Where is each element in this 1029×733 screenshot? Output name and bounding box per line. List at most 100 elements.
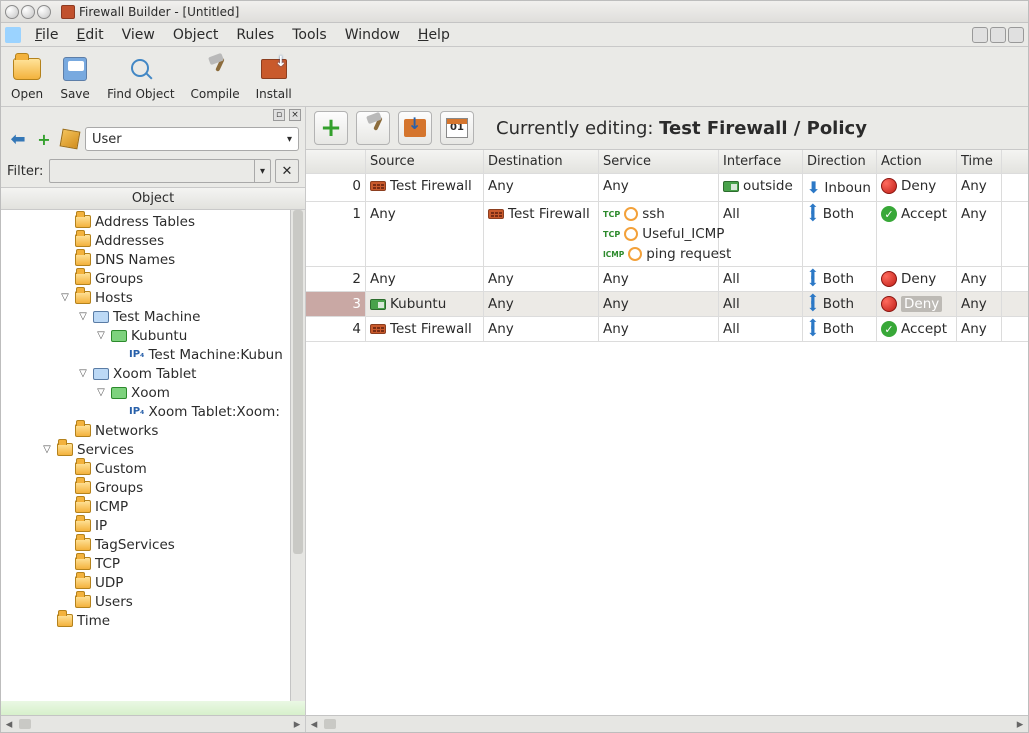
col-source[interactable]: Source xyxy=(366,150,484,173)
menu-view[interactable]: View xyxy=(114,25,163,45)
col-action[interactable]: Action xyxy=(877,150,957,173)
rule-action[interactable]: Deny xyxy=(877,292,957,316)
rule-destination[interactable]: Test Firewall xyxy=(484,202,599,266)
tree-item[interactable]: ICMP xyxy=(1,497,305,516)
rule-source[interactable]: Test Firewall xyxy=(366,317,484,341)
window-close-button[interactable] xyxy=(5,5,19,19)
rule-action[interactable]: Deny xyxy=(877,267,957,291)
schedule-button[interactable] xyxy=(440,111,474,145)
rule-row[interactable]: 0 Test Firewall Any Any outside ⬇Inboun … xyxy=(306,174,1028,202)
service-chip[interactable]: TCPUseful_ICMP xyxy=(603,226,731,242)
tree-item[interactable]: ▽ Services xyxy=(1,440,305,459)
menu-help[interactable]: Help xyxy=(410,25,458,45)
service-chip[interactable]: Any xyxy=(603,321,629,337)
expand-toggle[interactable]: ▽ xyxy=(77,368,89,379)
rule-service[interactable]: TCPsshTCPUseful_ICMPICMPping request xyxy=(599,202,719,266)
rule-direction[interactable]: ⬆⬇Both xyxy=(803,202,877,266)
tree-item[interactable]: UDP xyxy=(1,573,305,592)
service-chip[interactable]: Any xyxy=(603,271,629,287)
menu-window[interactable]: Window xyxy=(337,25,408,45)
tree-item[interactable]: Address Tables xyxy=(1,212,305,231)
rule-direction[interactable]: ⬇Inboun xyxy=(803,174,877,201)
rule-action[interactable]: ✓Accept xyxy=(877,202,957,266)
tree-vertical-scrollbar[interactable] xyxy=(290,210,305,701)
col-interface[interactable]: Interface xyxy=(719,150,803,173)
menu-rules[interactable]: Rules xyxy=(228,25,282,45)
rule-action[interactable]: Deny xyxy=(877,174,957,201)
rule-source[interactable]: Test Firewall xyxy=(366,174,484,201)
rule-row[interactable]: 4 Test Firewall Any Any All ⬆⬇Both ✓Acce… xyxy=(306,317,1028,342)
rule-time[interactable]: Any xyxy=(957,202,1002,266)
menu-file[interactable]: File xyxy=(27,25,66,45)
rules-horizontal-scrollbar[interactable]: ◂▸ xyxy=(306,715,1028,732)
save-button[interactable]: Save xyxy=(59,53,91,101)
tree-item[interactable]: ▽ Xoom Tablet xyxy=(1,364,305,383)
tree-item[interactable]: Networks xyxy=(1,421,305,440)
expand-toggle[interactable]: ▽ xyxy=(77,311,89,322)
col-direction[interactable]: Direction xyxy=(803,150,877,173)
tree-item[interactable]: ▽ Hosts xyxy=(1,288,305,307)
rule-action[interactable]: ✓Accept xyxy=(877,317,957,341)
rule-interface[interactable]: All xyxy=(719,292,803,316)
rule-time[interactable]: Any xyxy=(957,292,1002,316)
new-object-button[interactable]: + xyxy=(33,128,55,150)
tree-item[interactable]: ▽ Xoom xyxy=(1,383,305,402)
mdi-close-button[interactable] xyxy=(1008,27,1024,43)
add-rule-button[interactable]: + xyxy=(314,111,348,145)
rule-source[interactable]: Any xyxy=(366,202,484,266)
filter-input[interactable]: ▾ xyxy=(49,159,271,183)
tree-item[interactable]: IP₄ Test Machine:Kubun xyxy=(1,345,305,364)
rule-source[interactable]: Kubuntu xyxy=(366,292,484,316)
find-object-button[interactable]: Find Object xyxy=(107,53,174,101)
rule-destination[interactable]: Any xyxy=(484,317,599,341)
tree-item[interactable]: Addresses xyxy=(1,231,305,250)
rule-row[interactable]: 1 Any Test Firewall TCPsshTCPUseful_ICMP… xyxy=(306,202,1028,267)
col-service[interactable]: Service xyxy=(599,150,719,173)
filter-clear-button[interactable]: ✕ xyxy=(275,159,299,183)
panel-close-button[interactable]: × xyxy=(289,109,301,121)
mdi-restore-button[interactable] xyxy=(990,27,1006,43)
tree-item[interactable]: TCP xyxy=(1,554,305,573)
tree-item[interactable]: DNS Names xyxy=(1,250,305,269)
expand-toggle[interactable]: ▽ xyxy=(95,387,107,398)
rule-time[interactable]: Any xyxy=(957,317,1002,341)
tree-item[interactable]: Groups xyxy=(1,478,305,497)
tree-item[interactable]: Users xyxy=(1,592,305,611)
tree-item[interactable]: TagServices xyxy=(1,535,305,554)
service-chip[interactable]: ICMPping request xyxy=(603,246,731,262)
rule-service[interactable]: Any xyxy=(599,267,719,291)
compile-rules-button[interactable] xyxy=(356,111,390,145)
rule-time[interactable]: Any xyxy=(957,174,1002,201)
tree-item[interactable]: ▽ Kubuntu xyxy=(1,326,305,345)
window-minimize-button[interactable] xyxy=(21,5,35,19)
library-select[interactable]: User ▾ xyxy=(85,127,299,151)
rule-service[interactable]: Any xyxy=(599,317,719,341)
mdi-minimize-button[interactable] xyxy=(972,27,988,43)
open-button[interactable]: Open xyxy=(11,53,43,101)
rule-row[interactable]: 2 Any Any Any All ⬆⬇Both Deny Any xyxy=(306,267,1028,292)
object-tree[interactable]: Address Tables Addresses DNS Names Group… xyxy=(1,210,305,632)
expand-toggle[interactable]: ▽ xyxy=(41,444,53,455)
service-chip[interactable]: TCPssh xyxy=(603,206,731,222)
rule-service[interactable]: Any xyxy=(599,174,719,201)
back-button[interactable]: ⬅ xyxy=(7,128,29,150)
tree-item[interactable]: ▽ Test Machine xyxy=(1,307,305,326)
rule-time[interactable]: Any xyxy=(957,267,1002,291)
rule-destination[interactable]: Any xyxy=(484,174,599,201)
filter-dropdown-button[interactable]: ▾ xyxy=(254,160,270,182)
rule-destination[interactable]: Any xyxy=(484,292,599,316)
menu-tools[interactable]: Tools xyxy=(284,25,335,45)
tree-item[interactable]: Custom xyxy=(1,459,305,478)
tree-item[interactable]: Groups xyxy=(1,269,305,288)
library-icon-button[interactable] xyxy=(59,128,81,150)
tree-item[interactable]: Time xyxy=(1,611,305,630)
expand-toggle[interactable]: ▽ xyxy=(59,292,71,303)
menu-object[interactable]: Object xyxy=(165,25,227,45)
rule-interface[interactable]: All xyxy=(719,317,803,341)
menu-edit[interactable]: Edit xyxy=(68,25,111,45)
tree-horizontal-scrollbar[interactable]: ◂▸ xyxy=(1,715,305,732)
rule-row[interactable]: 3 Kubuntu Any Any All ⬆⬇Both Deny Any xyxy=(306,292,1028,317)
rule-service[interactable]: Any xyxy=(599,292,719,316)
tree-item[interactable]: IP₄ Xoom Tablet:Xoom: xyxy=(1,402,305,421)
install-button[interactable]: Install xyxy=(256,53,292,101)
